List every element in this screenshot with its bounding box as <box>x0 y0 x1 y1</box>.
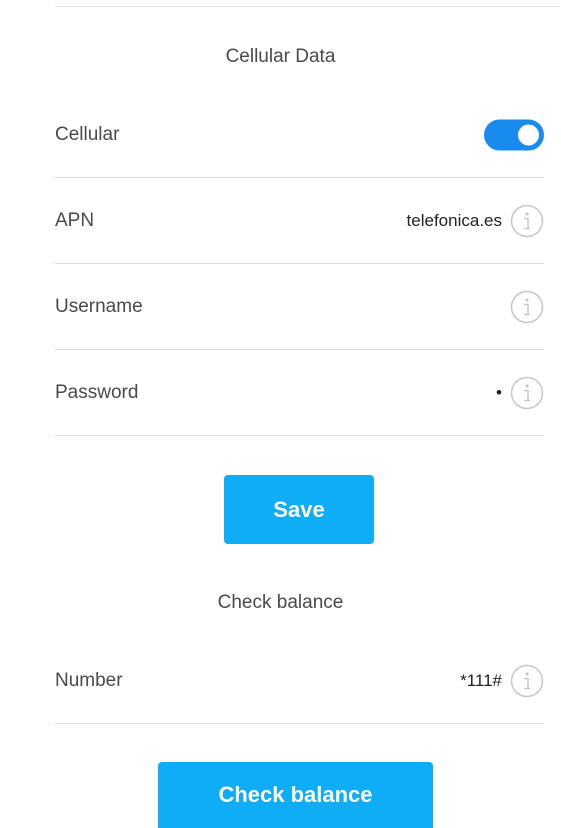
username-row: Username <box>55 264 544 350</box>
password-value[interactable]: • <box>496 383 502 403</box>
password-row: Password • <box>55 350 544 436</box>
number-row-controls: *111# <box>460 664 544 698</box>
check-balance-button[interactable]: Check balance <box>158 762 433 828</box>
info-icon[interactable] <box>510 664 544 698</box>
username-row-controls <box>502 290 544 324</box>
info-icon[interactable] <box>510 204 544 238</box>
info-icon[interactable] <box>510 376 544 410</box>
username-label: Username <box>55 295 143 317</box>
password-row-controls: • <box>496 376 544 410</box>
cellular-data-title: Cellular Data <box>225 46 336 67</box>
apn-value[interactable]: telefonica.es <box>407 211 502 231</box>
toggle-knob <box>518 124 539 145</box>
apn-row-controls: telefonica.es <box>407 204 544 238</box>
apn-label: APN <box>55 209 95 231</box>
number-value[interactable]: *111# <box>460 671 502 691</box>
cellular-label: Cellular <box>55 123 120 145</box>
apn-row: APN telefonica.es <box>55 178 544 264</box>
check-balance-title: Check balance <box>217 592 344 613</box>
cellular-row: Cellular <box>55 92 544 178</box>
password-label: Password <box>55 381 139 403</box>
cellular-toggle[interactable] <box>484 119 544 150</box>
number-row: Number *111# <box>55 638 544 724</box>
top-divider <box>55 6 560 7</box>
save-button[interactable]: Save <box>224 475 374 544</box>
info-icon[interactable] <box>510 290 544 324</box>
number-label: Number <box>55 669 123 691</box>
cellular-row-controls <box>484 119 544 150</box>
